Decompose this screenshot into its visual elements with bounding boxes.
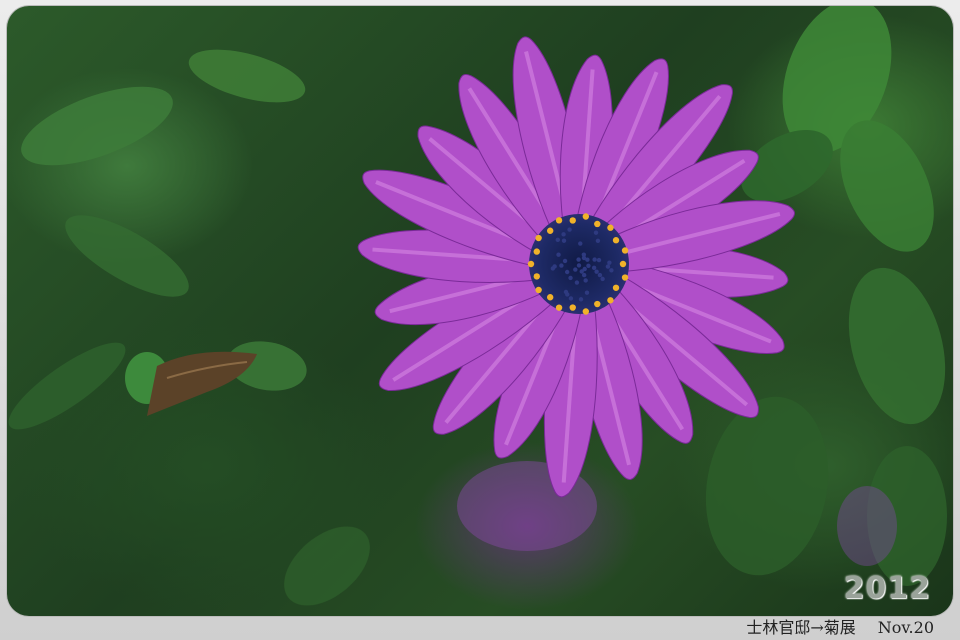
pollen-dot xyxy=(570,217,576,223)
pollen-dot xyxy=(622,247,628,253)
disc-floret xyxy=(575,280,579,284)
disc-floret xyxy=(564,290,568,294)
disc-floret xyxy=(607,260,611,264)
disc-floret xyxy=(592,266,596,270)
disc-floret xyxy=(598,273,602,277)
pollen-dot xyxy=(535,287,541,293)
pollen-dot xyxy=(594,301,600,307)
pollen-dot xyxy=(556,217,562,223)
flower-illustration xyxy=(7,6,953,616)
background-bloom xyxy=(457,461,897,566)
disc-floret xyxy=(579,297,583,301)
disc-floret xyxy=(556,238,560,242)
photo: 2012 xyxy=(7,6,953,616)
caption-bar: 士林官邸→菊展 Nov.20 xyxy=(0,616,960,640)
pollen-dot xyxy=(570,304,576,310)
disc-floret xyxy=(568,276,572,280)
disc-floret xyxy=(582,252,586,256)
disc-floret xyxy=(609,268,613,272)
disc-floret xyxy=(606,264,610,268)
pollen-dot xyxy=(556,304,562,310)
disc-floret xyxy=(597,258,601,262)
disc-floret xyxy=(582,267,586,271)
caption-title: 士林官邸→菊展 xyxy=(746,618,855,637)
disc-floret xyxy=(585,290,589,294)
disc-floret xyxy=(561,232,565,236)
disc-floret xyxy=(562,239,566,243)
pollen-dot xyxy=(607,297,613,303)
year-watermark: 2012 xyxy=(844,571,932,606)
pollen-dot xyxy=(622,274,628,280)
disc-floret xyxy=(551,266,555,270)
disc-floret xyxy=(594,269,598,273)
disc-floret xyxy=(582,273,586,277)
disc-floret xyxy=(576,257,580,261)
caption: 士林官邸→菊展 Nov.20 xyxy=(746,614,934,638)
disc-floret xyxy=(569,296,573,300)
pollen-dot xyxy=(613,285,619,291)
disc-floret xyxy=(559,263,563,267)
disc-floret xyxy=(577,263,581,267)
pollen-dot xyxy=(534,273,540,279)
pollen-dot xyxy=(607,225,613,231)
pollen-dot xyxy=(583,213,589,219)
pollen-dot xyxy=(620,261,626,267)
disc-floret xyxy=(592,257,596,261)
disc-floret xyxy=(567,227,571,231)
pollen-dot xyxy=(528,261,534,267)
caption-date: Nov.20 xyxy=(878,618,934,637)
disc-floret xyxy=(600,277,604,281)
pollen-dot xyxy=(583,308,589,314)
pollen-dot xyxy=(535,235,541,241)
disc-floret xyxy=(586,264,590,268)
disc-floret xyxy=(583,278,587,282)
disc-floret xyxy=(563,259,567,263)
pollen-dot xyxy=(534,248,540,254)
flower-bud xyxy=(125,352,257,416)
pollen-dot xyxy=(594,221,600,227)
disc-floret xyxy=(578,241,582,245)
pollen-dot xyxy=(547,228,553,234)
disc-floret xyxy=(565,270,569,274)
pollen-dot xyxy=(613,237,619,243)
disc-floret xyxy=(596,239,600,243)
disc-floret xyxy=(594,230,598,234)
pollen-dot xyxy=(547,294,553,300)
disc-floret xyxy=(573,267,577,271)
disc-floret xyxy=(556,252,560,256)
